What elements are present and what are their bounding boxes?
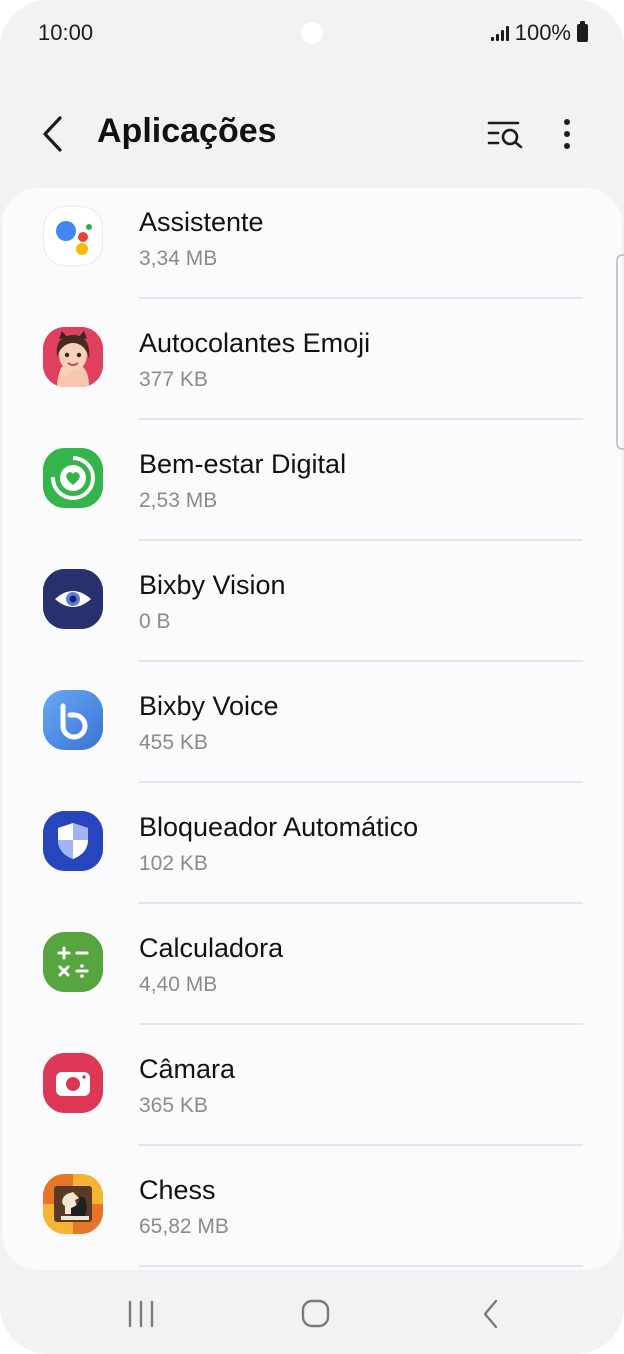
auto-blocker-shield-icon xyxy=(43,811,103,871)
app-header: Aplicações xyxy=(0,96,624,176)
calculator-icon xyxy=(43,932,103,992)
app-size: 365 KB xyxy=(139,1094,208,1117)
back-button[interactable] xyxy=(34,112,74,156)
status-time: 10:00 xyxy=(38,20,94,45)
bixby-voice-icon xyxy=(43,690,103,750)
digital-wellbeing-icon xyxy=(43,448,103,508)
app-row-calculadora[interactable]: Calculadora 4,40 MB xyxy=(2,914,622,1035)
divider xyxy=(139,297,583,299)
app-name: Bloqueador Automático xyxy=(139,812,419,842)
recent-apps-icon xyxy=(128,1300,154,1328)
divider xyxy=(139,418,583,420)
app-name: Chess xyxy=(139,1175,216,1205)
app-row-bloqueador-automatico[interactable]: Bloqueador Automático 102 KB xyxy=(2,793,622,914)
google-assistant-icon xyxy=(43,206,103,266)
app-size: 102 KB xyxy=(139,852,208,875)
divider xyxy=(139,1023,583,1025)
app-row-autocolantes-emoji[interactable]: Autocolantes Emoji 377 KB xyxy=(2,309,622,430)
app-name: Bixby Voice xyxy=(139,691,279,721)
back-arrow-icon xyxy=(483,1299,498,1329)
list-search-icon xyxy=(487,121,523,149)
app-size: 4,40 MB xyxy=(139,973,218,996)
app-size: 455 KB xyxy=(139,731,208,754)
app-list: Assistente 3,34 MB Autocolantes Emoji 37… xyxy=(2,188,622,1270)
app-row-camara[interactable]: Câmara 365 KB xyxy=(2,1035,622,1156)
divider xyxy=(139,781,583,783)
camera-icon xyxy=(43,1053,103,1113)
app-row-bixby-voice[interactable]: Bixby Voice 455 KB xyxy=(2,672,622,793)
divider xyxy=(139,660,583,662)
app-size: 3,34 MB xyxy=(139,247,218,270)
status-indicators: 100% xyxy=(490,20,588,46)
chess-icon xyxy=(43,1174,103,1234)
app-name: Bem-estar Digital xyxy=(139,449,347,479)
scroll-indicator[interactable] xyxy=(616,254,624,450)
home-button[interactable] xyxy=(295,1294,335,1334)
front-camera xyxy=(301,22,323,44)
app-name: Bixby Vision xyxy=(139,570,286,600)
app-name: Calculadora xyxy=(139,933,284,963)
search-list-button[interactable] xyxy=(484,114,528,154)
signal-icon xyxy=(490,25,509,41)
app-row-bixby-vision[interactable]: Bixby Vision 0 B xyxy=(2,551,622,672)
app-name: Câmara xyxy=(139,1054,236,1084)
battery-icon xyxy=(577,21,588,42)
app-size: 65,82 MB xyxy=(139,1215,229,1238)
app-row-chess[interactable]: Chess 65,82 MB xyxy=(2,1156,622,1270)
app-name: Autocolantes Emoji xyxy=(139,328,371,358)
chevron-left-icon xyxy=(43,116,62,152)
page-title: Aplicações xyxy=(97,112,277,150)
app-size: 2,53 MB xyxy=(139,489,218,512)
back-nav-button[interactable] xyxy=(470,1294,510,1334)
home-icon xyxy=(301,1299,330,1328)
divider xyxy=(139,1265,583,1267)
app-size: 377 KB xyxy=(139,368,208,391)
divider xyxy=(139,539,583,541)
status-bar: 10:00 100% xyxy=(0,0,624,64)
divider xyxy=(139,1144,583,1146)
more-options-button[interactable] xyxy=(552,114,582,154)
navigation-bar xyxy=(0,1274,624,1354)
divider xyxy=(139,902,583,904)
more-vertical-icon xyxy=(564,119,570,149)
app-row-assistente[interactable]: Assistente 3,34 MB xyxy=(2,188,622,309)
recent-apps-button[interactable] xyxy=(121,1294,161,1334)
ar-emoji-stickers-icon xyxy=(43,327,103,387)
app-size: 0 B xyxy=(139,610,171,633)
app-name: Assistente xyxy=(139,207,264,237)
battery-percentage: 100% xyxy=(514,20,571,45)
bixby-vision-icon xyxy=(43,569,103,629)
app-row-bem-estar-digital[interactable]: Bem-estar Digital 2,53 MB xyxy=(2,430,622,551)
phone-screen: 10:00 100% Aplicações Assistente 3,34 MB… xyxy=(0,0,624,1354)
